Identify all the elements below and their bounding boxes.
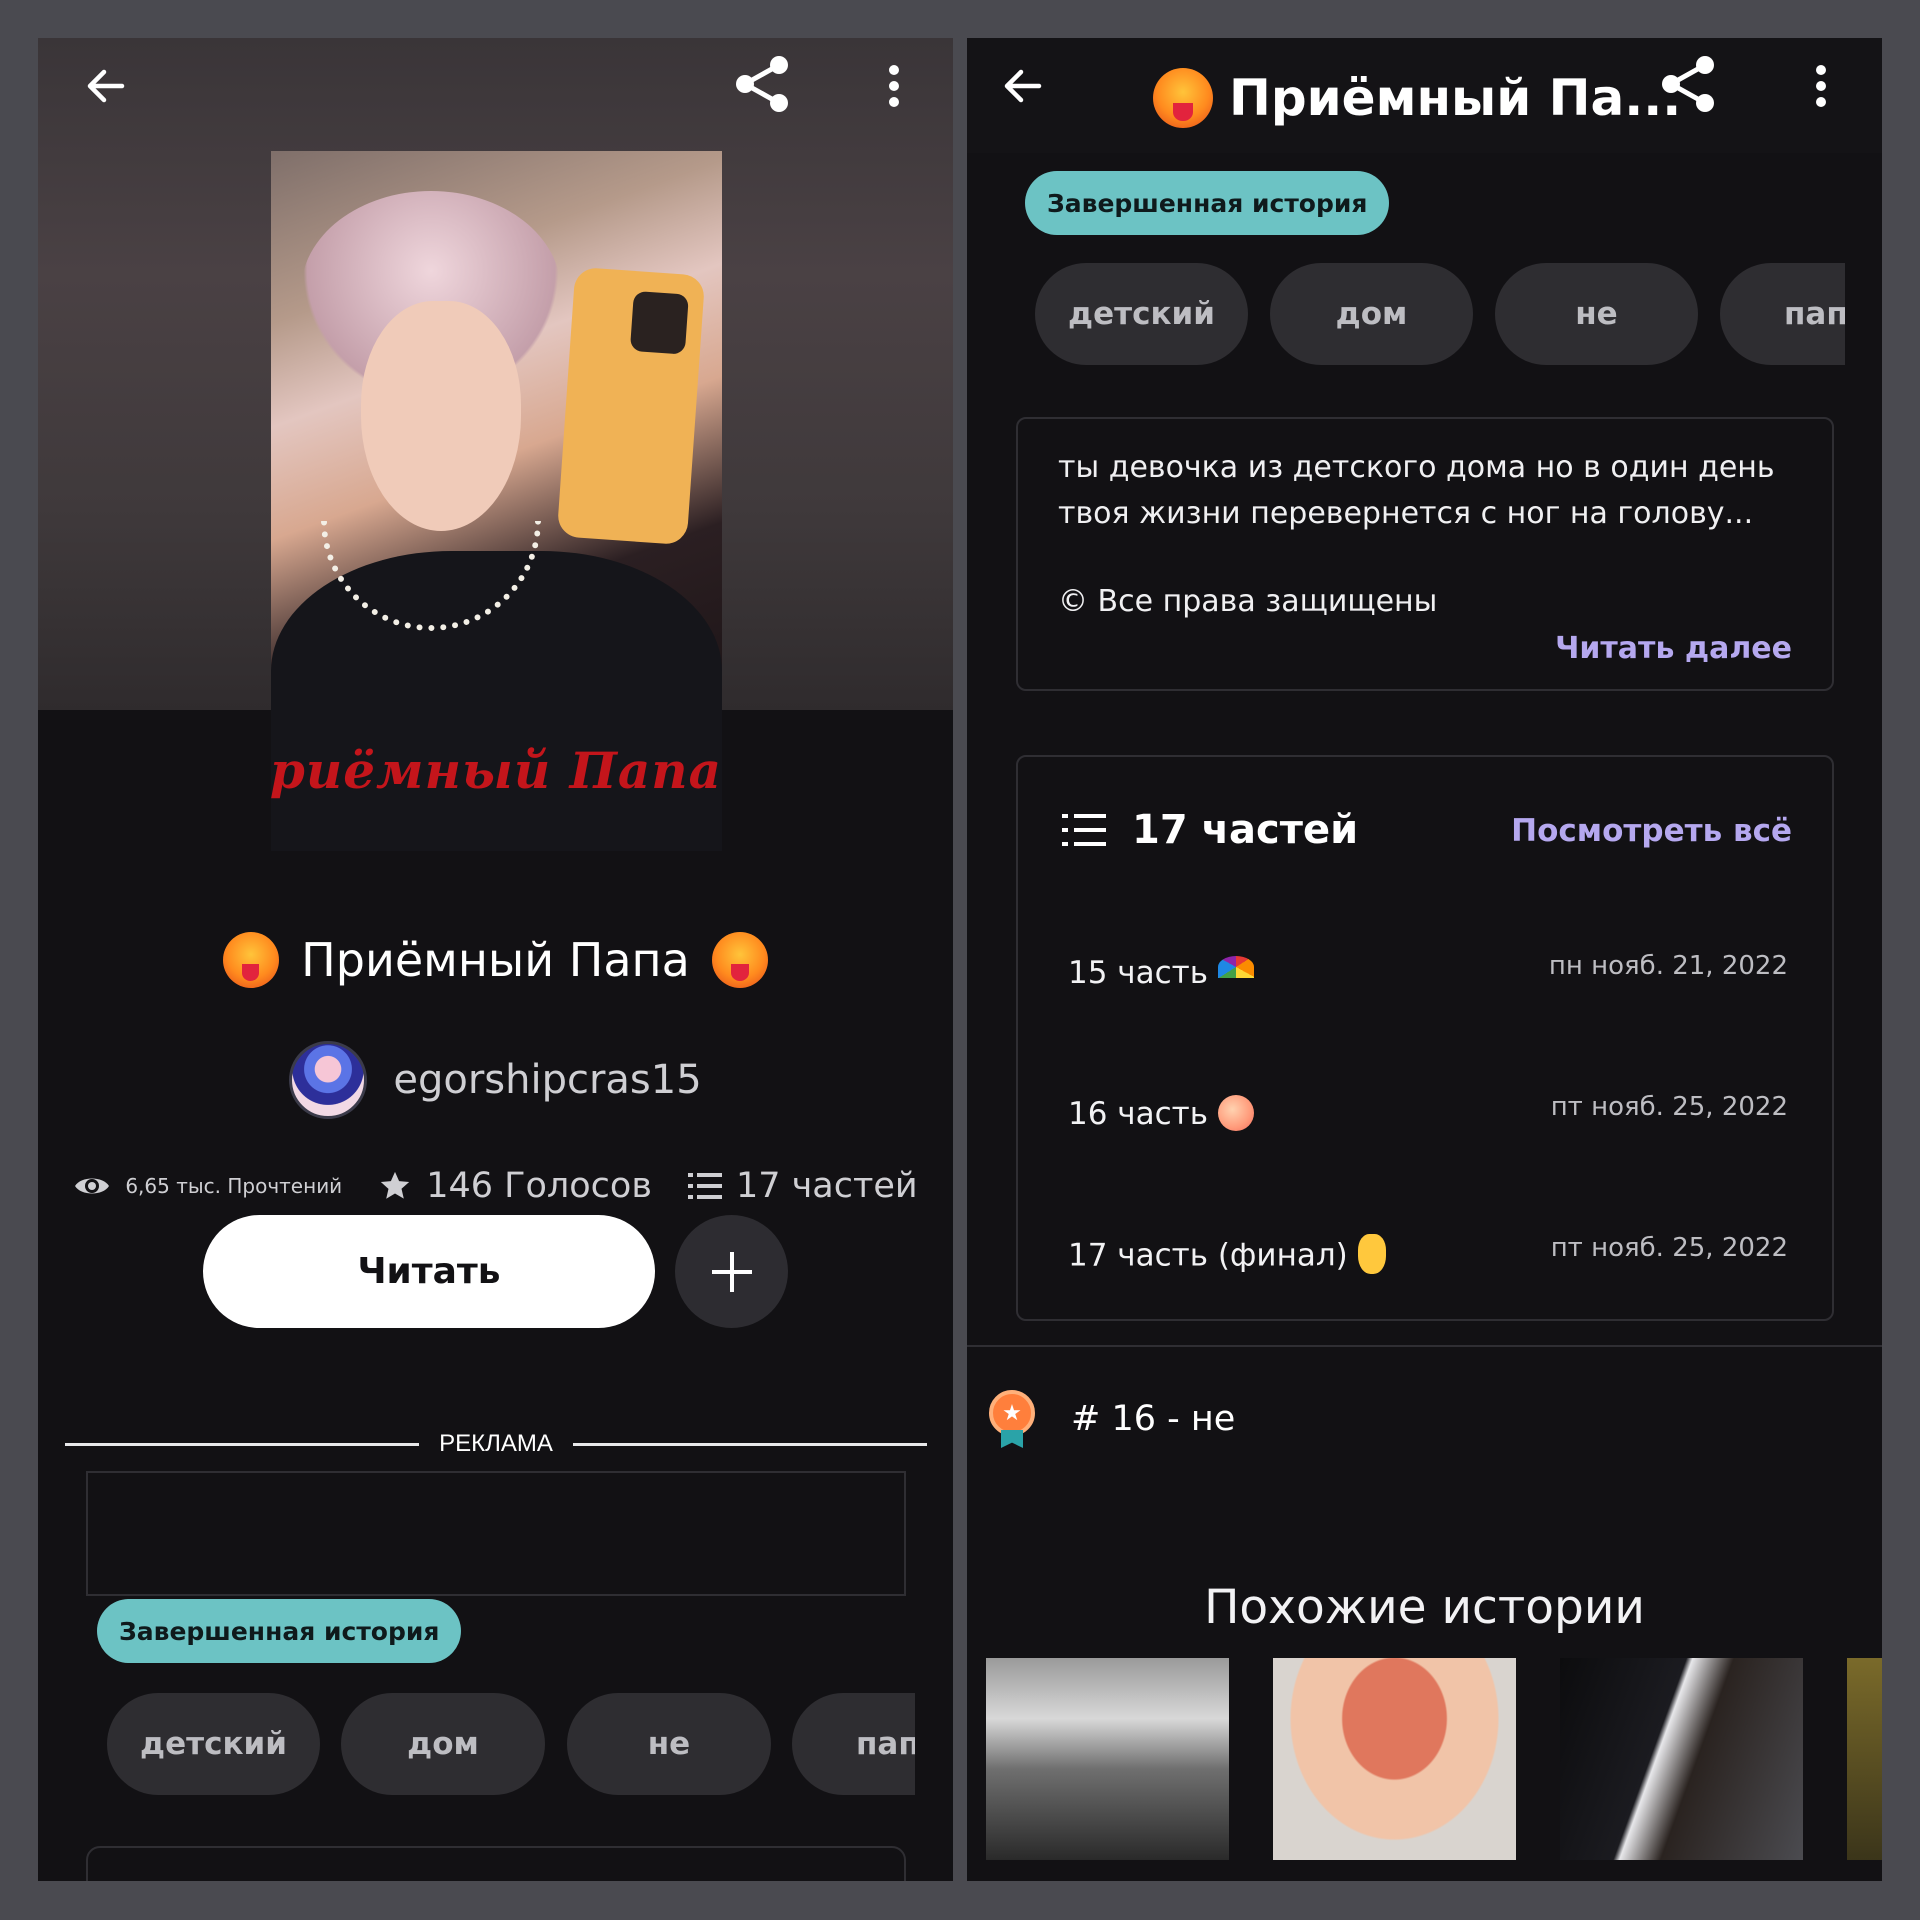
- completed-badge: Завершенная история: [97, 1599, 462, 1663]
- part-title: 15 часть: [1068, 955, 1208, 991]
- more-options-button[interactable]: [862, 54, 926, 118]
- share-icon: [1662, 56, 1714, 112]
- arrow-left-icon: [1004, 69, 1042, 103]
- back-button[interactable]: [991, 54, 1055, 118]
- tag-chip[interactable]: не: [567, 1693, 771, 1795]
- table-of-contents-card: 17 частей Посмотреть всё 15 часть пн ноя…: [1016, 755, 1834, 1321]
- parts-count-label: 17 частей: [1132, 807, 1359, 853]
- part-list-item[interactable]: 15 часть пн нояб. 21, 2022: [1068, 945, 1788, 1015]
- toolbar-title: Приёмный Па...: [1229, 69, 1682, 127]
- description-card: ты девочка из детского дома но в один де…: [1016, 417, 1834, 691]
- similar-story-cover[interactable]: [1847, 1658, 1882, 1860]
- tag-chip[interactable]: дом: [1270, 263, 1473, 365]
- add-to-library-button[interactable]: [675, 1215, 788, 1328]
- list-icon: [1062, 814, 1106, 846]
- part-date: пт нояб. 25, 2022: [1550, 1092, 1788, 1122]
- list-icon: [687, 1173, 722, 1199]
- cover-caption: риёмный Папа: [271, 741, 722, 800]
- eye-icon: [75, 1178, 110, 1194]
- hot-face-emoji-icon: [222, 931, 279, 988]
- victory-hand-emoji-icon: [1357, 1234, 1386, 1274]
- tag-chip[interactable]: не: [1495, 263, 1698, 365]
- part-list-item[interactable]: 17 часть (финал) пт нояб. 25, 2022: [1068, 1227, 1788, 1297]
- parts-stat: 17 частей: [687, 1166, 918, 1206]
- story-cover-image: риёмный Папа: [271, 151, 722, 851]
- story-stats: 6,65 тыс. Прочтений 146 Голосов 17 часте…: [38, 1166, 953, 1206]
- similar-story-cover[interactable]: [1273, 1658, 1516, 1860]
- toolbar-title-row: Приёмный Па...: [1153, 58, 1681, 138]
- more-options-button[interactable]: [1789, 54, 1853, 118]
- share-icon: [736, 56, 788, 112]
- author-row[interactable]: egorshipcras15: [38, 1041, 953, 1119]
- parts-count: 17 частей: [735, 1166, 918, 1206]
- similar-story-cover[interactable]: [1560, 1658, 1803, 1860]
- next-card-edge: [86, 1846, 906, 1881]
- share-button[interactable]: [1656, 52, 1720, 116]
- medal-icon: ★: [989, 1390, 1035, 1448]
- more-vertical-icon: [889, 65, 899, 107]
- copyright-notice: © Все права защищены: [1058, 584, 1438, 619]
- hot-face-emoji-icon: [1153, 68, 1213, 128]
- story-description: ты девочка из детского дома но в один де…: [1058, 450, 1775, 531]
- story-title-row: Приёмный Папа: [38, 931, 953, 992]
- completed-badge: Завершенная история: [1025, 171, 1390, 235]
- tag-chip[interactable]: детский: [107, 1693, 320, 1795]
- author-name[interactable]: egorshipcras15: [393, 1057, 701, 1103]
- tag-chip[interactable]: папа: [792, 1693, 915, 1795]
- author-avatar[interactable]: [289, 1041, 368, 1119]
- ranking-text: # 16 - не: [1071, 1399, 1236, 1439]
- tags-row: детский дом не папа: [38, 1693, 915, 1803]
- read-more-link[interactable]: Читать далее: [1555, 631, 1792, 666]
- top-app-bar: Приёмный Па...: [967, 38, 1882, 153]
- part-date: пн нояб. 21, 2022: [1548, 951, 1788, 981]
- story-details-screen-scrolled: Приёмный Па... Завершенная история детск…: [967, 38, 1882, 1881]
- top-app-bar: [38, 38, 953, 148]
- votes-stat: 146 Голосов: [378, 1166, 652, 1206]
- similar-stories-heading: Похожие истории: [1204, 1580, 1645, 1635]
- tag-chip[interactable]: папа: [1720, 263, 1845, 365]
- votes-count: 146 Голосов: [426, 1166, 652, 1206]
- plus-icon: [711, 1251, 752, 1292]
- ad-slot[interactable]: [86, 1471, 906, 1596]
- tags-row: детский дом не папа: [967, 263, 1845, 373]
- hot-face-emoji-icon: [712, 931, 769, 988]
- parts-header: 17 частей: [1062, 807, 1358, 853]
- ad-label: РЕКЛАМА: [439, 1430, 553, 1457]
- ranking-row[interactable]: ★ # 16 - не: [989, 1390, 1235, 1448]
- part-list-item[interactable]: 16 часть пт нояб. 25, 2022: [1068, 1086, 1788, 1156]
- reads-count: 6,65 тыс. Прочтений: [125, 1174, 343, 1198]
- ad-divider: РЕКЛАМА: [65, 1424, 928, 1464]
- read-button[interactable]: Читать: [203, 1215, 655, 1328]
- see-all-link[interactable]: Посмотреть всё: [1511, 813, 1792, 849]
- section-divider: [967, 1345, 1882, 1347]
- story-details-screen: риёмный Папа Приёмный Папа egorshipcras1…: [38, 38, 953, 1881]
- rainbow-emoji-icon: [1217, 955, 1254, 978]
- part-title: 17 часть (финал): [1068, 1237, 1348, 1274]
- tag-chip[interactable]: детский: [1035, 263, 1248, 365]
- star-icon: [381, 1171, 410, 1199]
- story-title: Приёмный Папа: [301, 933, 690, 987]
- peach-emoji-icon: [1217, 1094, 1254, 1131]
- back-button[interactable]: [74, 54, 138, 118]
- share-button[interactable]: [730, 52, 794, 116]
- part-title: 16 часть: [1068, 1096, 1208, 1132]
- tag-chip[interactable]: дом: [341, 1693, 545, 1795]
- reads-stat: 6,65 тыс. Прочтений: [73, 1173, 342, 1199]
- part-date: пт нояб. 25, 2022: [1550, 1233, 1788, 1263]
- more-vertical-icon: [1816, 65, 1826, 107]
- similar-story-cover[interactable]: [986, 1658, 1229, 1860]
- arrow-left-icon: [87, 69, 125, 103]
